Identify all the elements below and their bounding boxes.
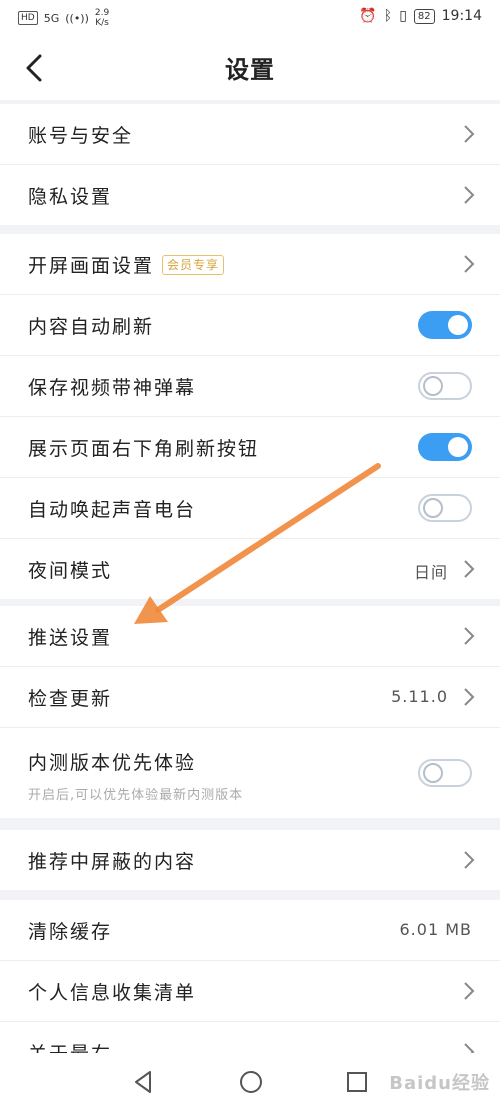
chevron-right-icon [464,688,475,706]
show-refresh-button-toggle[interactable] [418,433,472,461]
title-bar: 设置 [0,36,500,100]
home-circle-icon[interactable] [236,1067,266,1097]
status-right: ⏰ ᛒ ▯ 82 19:14 [359,8,482,24]
clear-cache-row[interactable]: 清除缓存 6.01 MB [0,900,500,961]
hotspot-icon: ((•)) [65,11,89,25]
push-settings-row[interactable]: 推送设置 [0,606,500,667]
account-security-row[interactable]: 账号与安全 [0,104,500,165]
chevron-right-icon [464,255,475,273]
save-video-danmaku-row: 保存视频带神弹幕 [0,356,500,417]
splash-settings-label: 开屏画面设置 会员专享 [28,251,225,278]
chevron-right-icon [464,627,475,645]
toggle-knob [423,763,443,783]
chevron-right-icon [464,1043,475,1053]
toggle-knob [448,315,468,335]
chevron-right-icon [464,982,475,1000]
night-mode-row[interactable]: 夜间模式 日间 [0,539,500,599]
auto-refresh-label: 内容自动刷新 [28,316,155,338]
night-mode-label: 夜间模式 [28,560,113,582]
push-settings-label: 推送设置 [28,627,113,649]
watermark: Baidu经验 [389,1073,490,1094]
group-other: 清除缓存 6.01 MB 个人信息收集清单 关于最右 [0,900,500,1053]
blocked-content-row[interactable]: 推荐中屏蔽的内容 [0,830,500,890]
auto-radio-label: 自动唤起声音电台 [28,499,197,521]
recents-square-icon[interactable] [342,1067,372,1097]
network-speed: 2.9 K/s [94,8,110,28]
back-triangle-icon[interactable] [128,1067,158,1097]
personal-info-list-row[interactable]: 个人信息收集清单 [0,961,500,1022]
page-title: 设置 [225,56,275,84]
show-refresh-button-label: 展示页面右下角刷新按钮 [28,438,260,460]
network-5g-icon: 5G [43,11,60,25]
group-account: 账号与安全 隐私设置 [0,104,500,225]
alarm-icon: ⏰ [359,8,377,24]
account-security-label: 账号与安全 [28,125,134,147]
check-update-row[interactable]: 检查更新 5.11.0 [0,667,500,728]
chevron-right-icon [464,560,475,578]
night-mode-value: 日间 [413,563,448,582]
auto-radio-row: 自动唤起声音电台 [0,478,500,539]
battery-icon: 82 [413,8,435,24]
group-blocked: 推荐中屏蔽的内容 [0,830,500,890]
chevron-right-icon [464,851,475,869]
privacy-settings-row[interactable]: 隐私设置 [0,165,500,225]
vibrate-icon: ▯ [399,8,407,24]
clock: 19:14 [441,8,482,24]
navigation-bar: Baidu经验 [0,1053,500,1111]
about-row[interactable]: 关于最右 [0,1022,500,1053]
cache-size-value: 6.01 MB [399,920,472,939]
beta-experience-toggle[interactable] [418,759,472,787]
beta-experience-label: 内测版本优先体验 [28,752,197,774]
splash-settings-row[interactable]: 开屏画面设置 会员专享 [0,234,500,295]
check-update-label: 检查更新 [28,688,113,710]
toggle-knob [423,498,443,518]
clear-cache-label: 清除缓存 [28,921,113,943]
toggle-knob [448,437,468,457]
save-video-danmaku-toggle[interactable] [418,372,472,400]
vip-badge: 会员专享 [162,255,225,275]
bluetooth-icon: ᛒ [383,8,393,24]
auto-refresh-row: 内容自动刷新 [0,295,500,356]
about-label: 关于最右 [28,1039,112,1053]
beta-experience-subtitle: 开启后,可以优先体验最新内测版本 [28,788,244,803]
status-bar: HD 5G ((•)) 2.9 K/s ⏰ ᛒ ▯ 82 19:14 [0,0,500,36]
group-system: 推送设置 检查更新 5.11.0 内测版本优先体验 开启后,可以优先体验最新内测… [0,606,500,818]
privacy-settings-label: 隐私设置 [28,186,113,208]
chevron-right-icon [464,125,475,143]
auto-refresh-toggle[interactable] [418,311,472,339]
hd-indicator: HD [18,11,38,25]
show-refresh-button-row: 展示页面右下角刷新按钮 [0,417,500,478]
status-left: HD 5G ((•)) 2.9 K/s [18,8,109,28]
save-video-danmaku-label: 保存视频带神弹幕 [28,377,197,399]
chevron-right-icon [464,186,475,204]
beta-experience-row: 内测版本优先体验 开启后,可以优先体验最新内测版本 [0,728,500,818]
blocked-content-label: 推荐中屏蔽的内容 [28,851,197,873]
toggle-knob [423,376,443,396]
auto-radio-toggle[interactable] [418,494,472,522]
group-display: 开屏画面设置 会员专享 内容自动刷新 保存视频带神弹幕 展示页面右下角刷新按钮 自… [0,234,500,599]
version-value: 5.11.0 [391,687,448,706]
personal-info-list-label: 个人信息收集清单 [28,982,197,1004]
